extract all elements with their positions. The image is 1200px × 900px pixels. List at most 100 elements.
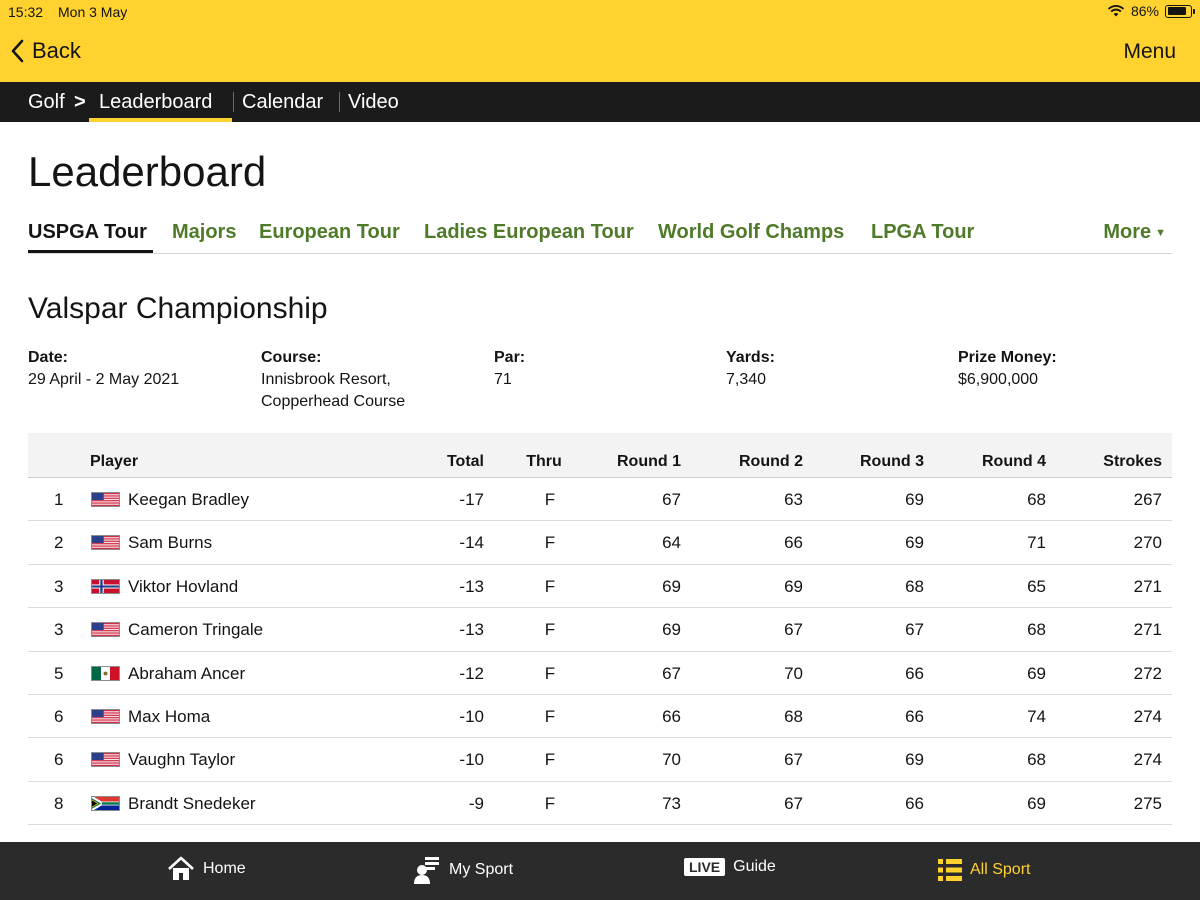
nav-golf[interactable]: Golf <box>28 91 65 114</box>
nav-divider <box>339 92 340 112</box>
cell-round-2: 67 <box>784 620 803 640</box>
cell-total: -13 <box>459 620 484 640</box>
tab-world-golf-champs[interactable]: World Golf Champs <box>658 221 844 244</box>
cell-round-1: 69 <box>662 620 681 640</box>
bottom-tab-all-sport[interactable]: All Sport <box>938 859 1030 881</box>
bottom-tab-my-sport[interactable]: My Sport <box>413 855 513 885</box>
cell-thru: F <box>544 793 556 813</box>
live-badge: LIVE <box>684 858 726 876</box>
meta-date-label: Date: <box>28 349 69 366</box>
cell-thru: F <box>544 663 556 683</box>
col-thru: Thru <box>526 453 562 470</box>
usa-flag-icon <box>91 535 120 551</box>
cell-round-1: 67 <box>662 663 681 683</box>
tab-european-tour[interactable]: European Tour <box>259 221 400 244</box>
nav-video[interactable]: Video <box>348 91 399 114</box>
tab-majors[interactable]: Majors <box>172 221 236 244</box>
meta-course-value-2: Copperhead Course <box>261 393 406 410</box>
all-sport-label: All Sport <box>970 861 1031 878</box>
menu-button[interactable]: Menu <box>1123 40 1176 64</box>
cell-strokes: 275 <box>1133 793 1162 813</box>
bottom-tab-home[interactable]: Home <box>167 855 246 883</box>
table-row[interactable]: 1 Keegan Bradley -17 F 67 63 69 68 267 <box>28 478 1172 522</box>
col-total: Total <box>446 453 484 470</box>
meta-course: Course: Innisbrook Resort, Copperhead Co… <box>261 347 405 413</box>
meta-par-value: 71 <box>494 371 512 388</box>
meta-prize-value: $6,900,000 <box>958 371 1039 388</box>
nav-divider <box>233 92 234 112</box>
cell-round-3: 69 <box>905 533 924 553</box>
table-row[interactable]: 2 Sam Burns -14 F 64 66 69 71 270 <box>28 521 1172 565</box>
south-africa-flag-icon <box>91 795 120 811</box>
table-row[interactable]: 6 Vaughn Taylor -10 F 70 67 69 68 274 <box>28 738 1172 782</box>
mexico-flag-icon <box>91 665 120 681</box>
caret-down-icon: ▼ <box>1155 227 1166 239</box>
cell-round-4: 71 <box>1027 533 1046 553</box>
tab-lpga-tour[interactable]: LPGA Tour <box>871 221 974 244</box>
col-round-4: Round 4 <box>982 453 1046 470</box>
table-row[interactable]: 3 Viktor Hovland -13 F 69 69 68 65 271 <box>28 565 1172 609</box>
cell-total: -12 <box>459 663 484 683</box>
home-icon <box>168 856 194 880</box>
cell-player-name: Keegan Bradley <box>128 490 249 509</box>
cell-round-1: 67 <box>662 490 681 509</box>
meta-prize: Prize Money: $6,900,000 <box>958 347 1057 391</box>
status-time: 15:32 <box>8 4 44 20</box>
usa-flag-icon <box>91 492 120 507</box>
wifi-icon <box>1107 5 1125 17</box>
cell-round-4: 74 <box>1027 706 1046 726</box>
all-sport-icon <box>938 859 962 881</box>
tab-ladies-european-tour[interactable]: Ladies European Tour <box>424 221 634 244</box>
nav-chevron-icon: > <box>74 91 86 113</box>
section-nav: Golf > Leaderboard Calendar Video <box>0 82 1200 122</box>
cell-thru: F <box>544 576 556 596</box>
nav-active-indicator <box>89 118 232 122</box>
col-strokes: Strokes <box>1103 453 1162 470</box>
cell-total: -17 <box>459 490 484 509</box>
cell-player-name: Abraham Ancer <box>128 663 246 683</box>
cell-round-1: 70 <box>662 750 681 770</box>
cell-strokes: 274 <box>1133 750 1162 770</box>
battery-percent: 86% <box>1130 3 1159 19</box>
cell-player-name: Sam Burns <box>128 533 213 553</box>
nav-leaderboard[interactable]: Leaderboard <box>99 91 212 114</box>
home-label: Home <box>203 860 246 877</box>
cell-round-3: 66 <box>905 706 924 726</box>
status-right: 86% <box>1107 3 1195 19</box>
table-row[interactable]: 3 Cameron Tringale -13 F 69 67 67 68 271 <box>28 608 1172 652</box>
cell-total: -13 <box>459 576 484 596</box>
cell-round-4: 68 <box>1027 750 1046 770</box>
cell-player-name: Viktor Hovland <box>128 576 239 596</box>
status-date: Mon 3 May <box>58 4 128 20</box>
table-row[interactable]: 6 Max Homa -10 F 66 68 66 74 274 <box>28 695 1172 739</box>
cell-round-2: 67 <box>784 793 803 813</box>
cell-round-2: 69 <box>784 576 803 596</box>
meta-course-label: Course: <box>261 349 322 366</box>
usa-flag-icon <box>91 622 120 638</box>
cell-round-4: 65 <box>1027 576 1046 596</box>
leaderboard-table: Player Total Thru Round 1 Round 2 Round … <box>28 433 1172 826</box>
cell-strokes: 267 <box>1133 490 1162 509</box>
nav-calendar[interactable]: Calendar <box>242 91 323 114</box>
more-tabs-button[interactable]: More ▼ <box>1103 221 1166 244</box>
cell-position: 3 <box>54 576 64 596</box>
cell-position: 2 <box>54 533 64 553</box>
my-sport-icon <box>414 857 439 884</box>
table-body: 1 Keegan Bradley -17 F 67 63 69 68 267 2 Sam Burns… <box>28 478 1172 826</box>
my-sport-label: My Sport <box>449 861 514 878</box>
tab-uspga-tour[interactable]: USPGA Tour <box>28 221 147 244</box>
table-row[interactable]: 5 Abraham Ancer -12 F 67 70 66 69 272 <box>28 652 1172 695</box>
meta-course-value-1: Innisbrook Resort, <box>261 371 391 388</box>
cell-position: 8 <box>54 793 64 813</box>
back-chevron-icon <box>11 39 24 63</box>
cell-strokes: 271 <box>1133 620 1162 640</box>
meta-par: Par: 71 <box>494 347 525 391</box>
cell-round-1: 73 <box>662 793 681 813</box>
cell-round-2: 63 <box>784 490 803 509</box>
back-button[interactable]: Back <box>10 38 81 64</box>
bottom-tab-guide[interactable]: LIVE Guide <box>684 858 776 876</box>
table-row[interactable]: 8 Brandt Snedeker -9 F 73 67 66 69 275 <box>28 782 1172 826</box>
battery-icon <box>1165 4 1195 18</box>
cell-round-3: 66 <box>905 793 924 813</box>
cell-round-2: 67 <box>784 750 803 770</box>
